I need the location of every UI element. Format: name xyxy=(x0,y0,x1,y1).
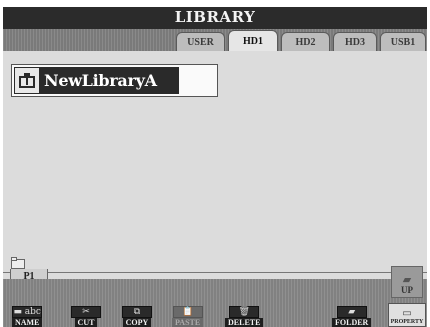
folder-button-label: FOLDER xyxy=(332,318,372,327)
copy-icon: ⧉ xyxy=(122,306,152,318)
tab-hd1[interactable]: HD1 xyxy=(228,30,278,52)
copy-button-label: COPY xyxy=(122,318,152,327)
folder-up-icon: ▰ xyxy=(402,273,412,286)
paste-button-label: PASTE xyxy=(172,318,204,327)
delete-button-label: DELETE xyxy=(225,318,264,327)
file-item[interactable]: NewLibraryA xyxy=(11,64,218,97)
property-button[interactable]: ▭ PROPERTY xyxy=(388,303,426,327)
scissors-icon: ✂ xyxy=(71,306,101,318)
folder-button[interactable]: ▰ FOLDER xyxy=(332,306,372,327)
function-bar: ▬ abc NAME ✂ CUT ⧉ COPY 📋 PASTE 🗑 DELETE… xyxy=(3,279,427,327)
cut-button-label: CUT xyxy=(74,318,98,327)
up-button-label: UP xyxy=(401,285,413,295)
file-item-name: NewLibraryA xyxy=(44,71,157,90)
window-title: LIBRARY xyxy=(174,8,256,26)
up-button[interactable]: ▰ UP xyxy=(391,266,423,298)
name-button-label: NAME xyxy=(12,318,43,327)
file-item-selection: NewLibraryA xyxy=(14,67,179,94)
property-button-label: PROPERTY xyxy=(390,319,424,325)
tab-hd3[interactable]: HD3 xyxy=(333,32,377,51)
library-folder-icon xyxy=(14,67,40,94)
copy-button[interactable]: ⧉ COPY xyxy=(122,306,152,327)
paste-button[interactable]: 📋 PASTE xyxy=(172,306,204,327)
file-list-area: NewLibraryA xyxy=(3,51,427,279)
delete-button[interactable]: 🗑 DELETE xyxy=(225,306,264,327)
trash-icon: 🗑 xyxy=(229,306,260,318)
paste-icon: 📋 xyxy=(172,306,203,318)
title-bar: LIBRARY xyxy=(3,7,427,29)
tab-user[interactable]: USER xyxy=(176,32,225,51)
cut-button[interactable]: ✂ CUT xyxy=(71,306,101,327)
drive-tabs: USER HD1 HD2 HD3 USB1 xyxy=(3,29,427,52)
property-icon: ▭ xyxy=(402,308,412,319)
rename-icon: ▬ abc xyxy=(12,306,43,318)
bottom-divider xyxy=(3,272,427,273)
tab-hd2[interactable]: HD2 xyxy=(281,32,330,51)
new-folder-icon: ▰ xyxy=(336,306,367,318)
tab-usb1[interactable]: USB1 xyxy=(380,32,426,51)
name-button[interactable]: ▬ abc NAME xyxy=(12,306,43,327)
library-screen: LIBRARY USER HD1 HD2 HD3 USB1 NewLibrary… xyxy=(3,7,427,327)
